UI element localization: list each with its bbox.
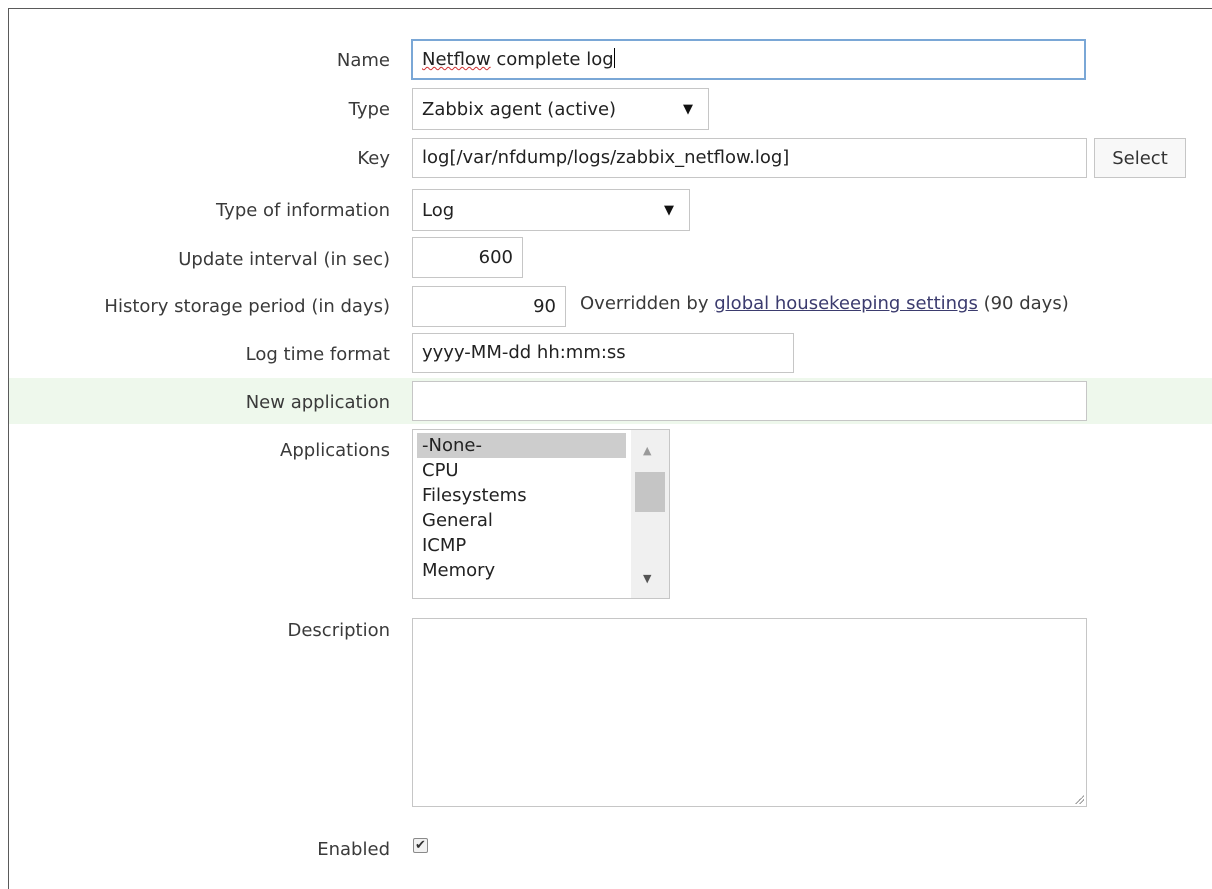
name-value-misspelled-word: Netflow xyxy=(422,49,491,70)
name-label: Name xyxy=(336,50,390,71)
global-housekeeping-link[interactable]: global housekeeping settings xyxy=(714,293,978,314)
scrollbar-thumb[interactable] xyxy=(635,472,665,512)
applications-option[interactable]: Filesystems xyxy=(417,483,626,508)
applications-option[interactable]: ICMP xyxy=(417,533,626,558)
applications-option[interactable]: CPU xyxy=(417,458,626,483)
type-of-information-selected-value: Log xyxy=(422,199,455,221)
chevron-down-icon: ▼ xyxy=(664,202,674,218)
applications-option[interactable]: General xyxy=(417,508,626,533)
key-label: Key xyxy=(357,148,390,169)
log-time-format-label: Log time format xyxy=(245,344,390,365)
name-input[interactable]: Netflow complete log xyxy=(411,39,1086,80)
description-textarea[interactable] xyxy=(412,618,1087,807)
history-storage-input[interactable]: 90 xyxy=(412,286,566,327)
applications-option[interactable]: Memory xyxy=(417,558,626,583)
update-interval-input[interactable]: 600 xyxy=(412,237,523,278)
name-value-rest: complete log xyxy=(490,49,614,70)
description-label: Description xyxy=(287,620,390,641)
new-application-input[interactable] xyxy=(412,381,1087,421)
history-note-suffix: (90 days) xyxy=(977,293,1069,314)
type-selected-value: Zabbix agent (active) xyxy=(422,98,617,120)
log-time-format-input[interactable]: yyyy-MM-dd hh:mm:ss xyxy=(412,333,794,373)
scroll-down-icon[interactable]: ▼ xyxy=(643,572,651,585)
text-caret xyxy=(613,48,615,68)
key-input[interactable]: log[/var/nfdump/logs/zabbix_netflow.log] xyxy=(412,138,1087,178)
type-label: Type xyxy=(348,99,390,120)
chevron-down-icon: ▼ xyxy=(683,101,693,117)
applications-listbox[interactable]: -None- CPU Filesystems General ICMP Memo… xyxy=(412,429,670,599)
scroll-up-icon[interactable]: ▲ xyxy=(643,444,651,457)
applications-option[interactable]: -None- xyxy=(417,433,626,458)
enabled-checkbox[interactable]: ✔ xyxy=(413,838,428,853)
applications-scrollbar[interactable]: ▲ ▼ xyxy=(631,430,669,598)
type-select[interactable]: Zabbix agent (active) ▼ xyxy=(412,88,709,130)
update-interval-label: Update interval (in sec) xyxy=(178,249,390,270)
resize-grip-icon[interactable] xyxy=(1074,794,1084,804)
enabled-label: Enabled xyxy=(317,839,390,860)
type-of-information-select[interactable]: Log ▼ xyxy=(412,189,690,231)
history-note-prefix: Overridden by xyxy=(580,293,715,314)
new-application-label: New application xyxy=(245,392,390,413)
history-override-note: Overridden by global housekeeping settin… xyxy=(580,293,1069,314)
type-of-information-label: Type of information xyxy=(215,200,390,221)
history-storage-label: History storage period (in days) xyxy=(104,296,390,317)
applications-label: Applications xyxy=(280,440,390,461)
select-button[interactable]: Select xyxy=(1094,138,1186,178)
